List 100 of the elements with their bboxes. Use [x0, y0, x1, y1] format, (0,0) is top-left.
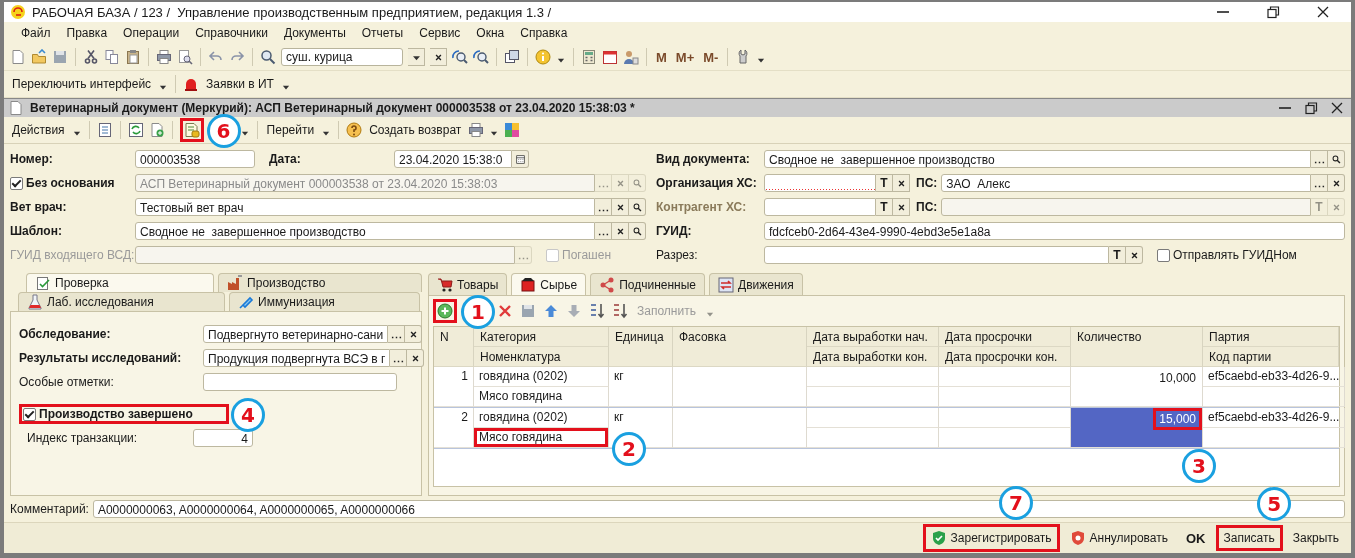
- transaction-index-field[interactable]: 4: [193, 429, 253, 447]
- it-requests-button[interactable]: Заявки в ИТ: [204, 77, 276, 91]
- move-up-icon[interactable]: [543, 303, 559, 319]
- document-kind-field[interactable]: Сводное не завершенное производство: [764, 150, 1311, 168]
- counterparty-field[interactable]: [764, 198, 876, 216]
- info-icon[interactable]: [535, 49, 551, 65]
- memory-button[interactable]: M-: [701, 49, 721, 65]
- menu-item[interactable]: Окна: [469, 26, 512, 40]
- notes-field[interactable]: [203, 373, 397, 391]
- menu-item[interactable]: Справочники: [188, 26, 275, 40]
- calculator-icon[interactable]: [581, 49, 597, 65]
- register-button[interactable]: Зарегистрировать: [922, 524, 1060, 552]
- minimize-icon: [1279, 107, 1291, 109]
- printer-icon[interactable]: [156, 49, 172, 65]
- factory-icon: [227, 275, 244, 291]
- field-label: Особые отметки:: [19, 375, 115, 389]
- field-label: Контрагент ХС:: [656, 200, 748, 214]
- checkbox[interactable]: Производство завершено: [19, 404, 229, 424]
- column-header: Партия: [1203, 327, 1339, 347]
- guid-field[interactable]: [135, 246, 515, 264]
- menu-item[interactable]: Правка: [59, 26, 115, 40]
- template-field[interactable]: Сводное не завершенное производство: [135, 222, 595, 240]
- refresh-icon[interactable]: [127, 122, 144, 138]
- save-button[interactable]: Записать: [1215, 525, 1283, 551]
- search-previous-icon[interactable]: [473, 49, 489, 65]
- clear-button[interactable]: [893, 198, 910, 216]
- tab[interactable]: Сырье: [511, 273, 587, 295]
- create-return-button[interactable]: Создать возврат: [367, 123, 464, 137]
- ps-field[interactable]: [941, 198, 1311, 216]
- scissors-icon[interactable]: [83, 49, 99, 65]
- actions-menu[interactable]: Действия: [10, 123, 67, 137]
- menu-item[interactable]: Документы: [276, 26, 353, 40]
- search-icon[interactable]: [260, 49, 276, 65]
- ps-field[interactable]: ЗАО Алекс: [941, 174, 1311, 192]
- date-field[interactable]: 23.04.2020 15:38:0: [394, 150, 512, 168]
- cancel-button[interactable]: Аннулировать: [1061, 524, 1176, 552]
- page-plus-icon[interactable]: [148, 122, 165, 138]
- memory-button[interactable]: M: [654, 49, 669, 65]
- tab[interactable]: Лаб. исследования: [18, 292, 225, 311]
- help-icon[interactable]: [346, 122, 363, 138]
- sort-ascending-icon[interactable]: [589, 303, 605, 319]
- search-next-icon[interactable]: [452, 49, 468, 65]
- calendar-button[interactable]: [512, 150, 529, 168]
- dropdown-button[interactable]: [408, 48, 425, 66]
- field-label: Шаблон:: [10, 224, 63, 238]
- memory-button[interactable]: M+: [673, 49, 697, 65]
- switch-interface-button[interactable]: Переключить интерфейс: [10, 77, 154, 91]
- menu-item[interactable]: Операции: [116, 26, 187, 40]
- tab[interactable]: Движения: [709, 273, 803, 295]
- list-icon[interactable]: [96, 122, 113, 138]
- checkbox[interactable]: Отправлять ГУИДНом: [1157, 248, 1297, 262]
- quantity-cell[interactable]: 10,000: [1071, 367, 1203, 407]
- search-button[interactable]: [1328, 150, 1345, 168]
- clear-button[interactable]: [407, 349, 425, 367]
- copy-icon[interactable]: [104, 49, 120, 65]
- crate-icon: [520, 276, 537, 293]
- printer-icon[interactable]: [468, 122, 485, 138]
- menu-item[interactable]: Сервис: [412, 26, 468, 40]
- number-field[interactable]: 000003538: [135, 150, 255, 168]
- organization-field[interactable]: [764, 174, 876, 192]
- sort-descending-icon[interactable]: [612, 303, 628, 319]
- tab[interactable]: Подчиненные: [590, 273, 706, 295]
- windows-icon[interactable]: [504, 49, 520, 65]
- tab[interactable]: Производство: [218, 273, 422, 292]
- delete-icon[interactable]: [497, 303, 513, 319]
- calendar-icon[interactable]: [602, 49, 618, 65]
- inspection-field[interactable]: Подвергнуто ветеринарно-сани: [203, 325, 389, 343]
- results-field[interactable]: Продукция подвергнута ВСЭ в г: [203, 349, 391, 367]
- vet-field[interactable]: Тестовый вет врач: [135, 198, 595, 216]
- goto-menu[interactable]: Перейти: [264, 123, 317, 137]
- menu-item[interactable]: Справка: [513, 26, 575, 40]
- alarm-icon[interactable]: [183, 76, 200, 92]
- guid-field[interactable]: fdcfceb0-2d64-43e4-9990-4ebd3e5e1a8a: [764, 222, 1345, 240]
- new-document-icon[interactable]: [10, 49, 26, 65]
- type-button[interactable]: T: [1109, 246, 1126, 264]
- menu-item[interactable]: Отчеты: [354, 26, 411, 40]
- search-button[interactable]: [629, 222, 646, 240]
- clear-button[interactable]: [612, 198, 629, 216]
- clear-button[interactable]: [893, 174, 910, 192]
- close-button[interactable]: Закрыть: [1284, 525, 1347, 551]
- search-button[interactable]: [629, 198, 646, 216]
- clear-button[interactable]: [405, 325, 423, 343]
- tab[interactable]: Проверка: [26, 273, 215, 292]
- clear-button[interactable]: [612, 222, 629, 240]
- clear-button[interactable]: [430, 48, 447, 66]
- tab[interactable]: Товары: [428, 273, 508, 295]
- section-field[interactable]: [764, 246, 1109, 264]
- search-field[interactable]: суш. курица: [281, 48, 403, 66]
- paste-icon[interactable]: [125, 49, 141, 65]
- clear-button[interactable]: [1328, 174, 1345, 192]
- type-button[interactable]: T: [876, 174, 893, 192]
- ok-button[interactable]: OK: [1178, 524, 1214, 552]
- clear-button[interactable]: [1126, 246, 1143, 264]
- ellipsis-icon: [1313, 184, 1325, 188]
- open-folder-icon[interactable]: [31, 49, 47, 65]
- tab[interactable]: Иммунизация: [229, 292, 420, 311]
- user-icon[interactable]: [623, 49, 639, 65]
- menu-item[interactable]: Файл: [14, 26, 58, 40]
- print-preview-icon[interactable]: [177, 49, 193, 65]
- ellipsis-icon: [597, 232, 609, 236]
